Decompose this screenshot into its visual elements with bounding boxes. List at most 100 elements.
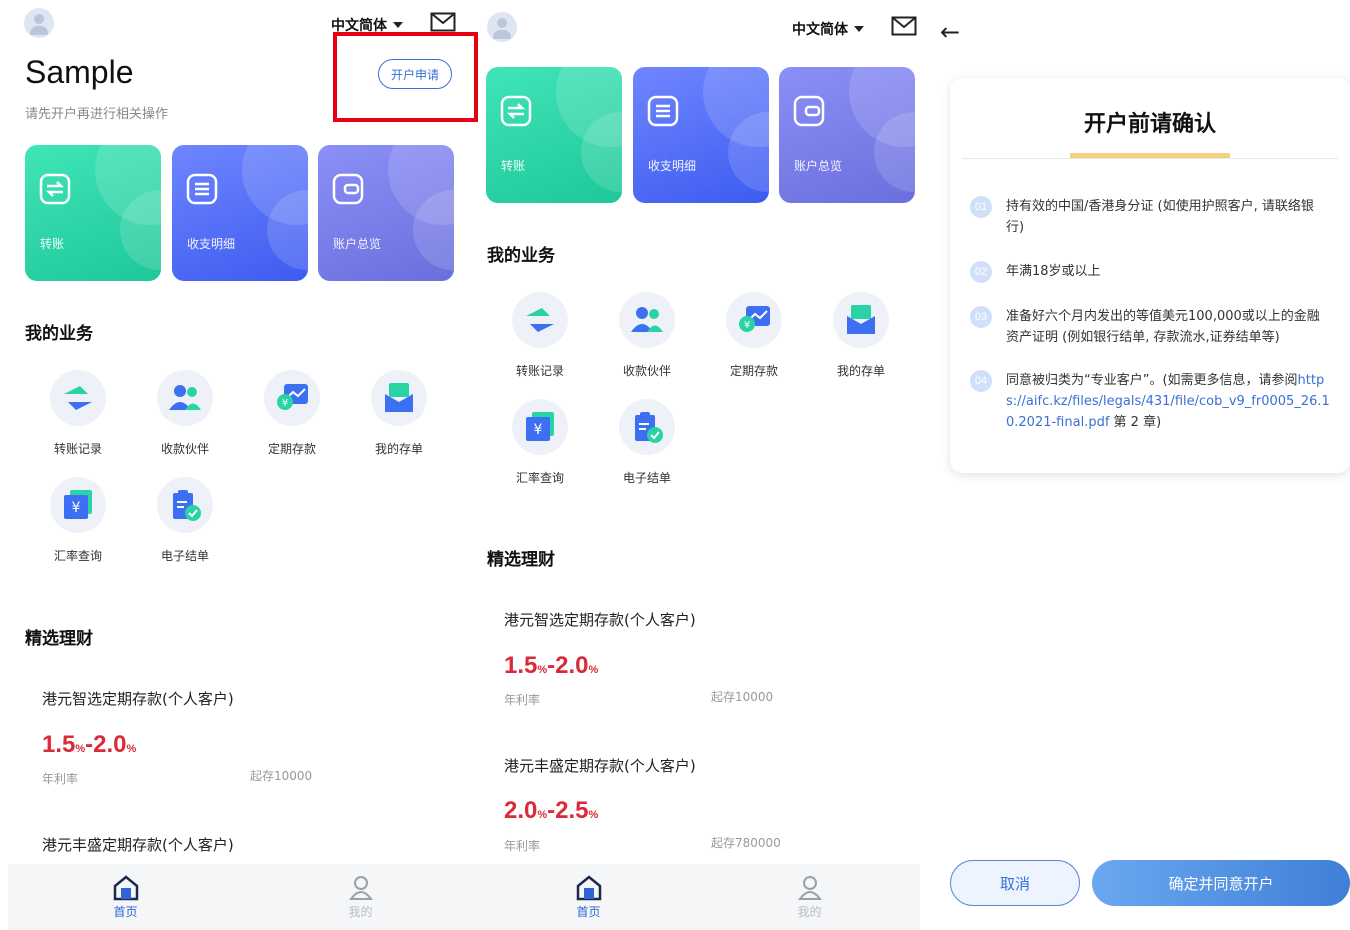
card-label: 转账 [501, 159, 526, 173]
biz-label: 定期存款 [267, 442, 316, 456]
svg-text:¥: ¥ [534, 422, 543, 438]
title-underline [1070, 153, 1230, 158]
biz-my-deposit[interactable]: 我的存单 [819, 292, 903, 379]
transfer-card[interactable]: 转账 [25, 145, 161, 281]
rate-label: 年利率 [504, 693, 541, 707]
biz-label: 转账记录 [53, 442, 102, 456]
chevron-down-icon [854, 26, 864, 32]
biz-label: 转账记录 [515, 364, 564, 378]
open-account-button[interactable]: 开户申请 [378, 59, 452, 89]
item-text: 准备好六个月内发出的等值美元100,000或以上的金融资产证明 (例如银行结单,… [1006, 309, 1320, 345]
tab-label: 我的 [797, 904, 822, 919]
my-deposit-icon [385, 383, 413, 412]
card-label: 账户总览 [333, 237, 382, 251]
transfer-record-icon [64, 386, 92, 410]
confirm-open-account-button[interactable]: 确定并同意开户 [1092, 860, 1350, 906]
biz-payee-partners[interactable]: 收款伙伴 [605, 292, 689, 379]
cancel-button[interactable]: 取消 [950, 860, 1080, 906]
item-number: 02 [970, 261, 992, 283]
biz-exchange-rate[interactable]: ¥ 汇率查询 [498, 399, 582, 486]
brand-title: Sample [25, 54, 134, 90]
biz-e-statement[interactable]: 电子结单 [605, 399, 689, 486]
wallet-card-icon [332, 173, 364, 205]
svg-text:¥: ¥ [282, 398, 288, 409]
product-name[interactable]: 港元丰盛定期存款(个人客户) [504, 755, 696, 776]
account-overview-card[interactable]: 账户总览 [779, 67, 915, 203]
biz-label: 汇率查询 [515, 471, 564, 485]
transfer-card[interactable]: 转账 [486, 67, 622, 203]
tab-label: 我的 [348, 904, 373, 919]
biz-fixed-deposit[interactable]: ¥ 定期存款 [712, 292, 796, 379]
exchange-rate-icon: ¥ [526, 412, 554, 441]
back-arrow-icon[interactable]: ← [940, 18, 960, 46]
account-overview-card[interactable]: 账户总览 [318, 145, 454, 281]
biz-transfer-record[interactable]: 转账记录 [36, 370, 120, 457]
biz-label: 我的存单 [374, 442, 423, 456]
rate-label: 年利率 [42, 772, 79, 786]
bottom-tab-bar: 首页 我的 [478, 864, 920, 930]
confirm-item: 03 准备好六个月内发出的等值美元100,000或以上的金融资产证明 (例如银行… [970, 306, 1330, 348]
min-deposit: 起存780000 [711, 836, 781, 850]
confirm-item: 02 年满18岁或以上 [970, 261, 1330, 283]
biz-label: 收款伙伴 [622, 364, 671, 378]
bottom-tab-bar: 首页 我的 [8, 864, 478, 930]
home-screen-before-account: 中文简体 Sample 请先开户再进行相关操作 开户申请 转账 收支明细 账户总… [8, 0, 478, 930]
biz-label: 我的存单 [836, 364, 885, 378]
tab-home[interactable]: 首页 [478, 864, 699, 930]
home-screen-scrolled: 中文简体 转账 收支明细 账户总览 我的业务 转账记录 收款伙伴 ¥ 定期存款 … [478, 0, 920, 930]
home-icon [576, 874, 601, 900]
item-text: 年满18岁或以上 [1006, 264, 1101, 279]
avatar[interactable] [487, 12, 517, 42]
product-name[interactable]: 港元智选定期存款(个人客户) [504, 609, 696, 630]
confirm-card: 开户前请确认 01 持有效的中国/香港身分证 (如使用护照客户, 请联络银行) … [950, 78, 1350, 473]
biz-my-deposit[interactable]: 我的存单 [357, 370, 441, 457]
item-number: 03 [970, 306, 992, 328]
mail-icon[interactable] [891, 16, 917, 36]
my-deposit-icon [847, 305, 875, 334]
finance-section-title: 精选理财 [487, 550, 555, 570]
tab-mine[interactable]: 我的 [699, 864, 920, 930]
item-text: 持有效的中国/香港身分证 (如使用护照客户, 请联络银行) [1006, 199, 1314, 235]
confirm-item: 04 同意被归类为“专业客户”。(如需更多信息，请参阅https://aifc.… [970, 370, 1330, 433]
biz-transfer-record[interactable]: 转账记录 [498, 292, 582, 379]
transfer-card-icon [39, 173, 71, 205]
item-number: 04 [970, 370, 992, 392]
product-name[interactable]: 港元智选定期存款(个人客户) [42, 688, 234, 709]
card-label: 转账 [40, 237, 65, 251]
payee-partners-icon [631, 307, 663, 332]
home-icon [113, 874, 138, 900]
statement-card[interactable]: 收支明细 [172, 145, 308, 281]
profile-icon [797, 875, 822, 900]
confirm-title: 开户前请确认 [1083, 112, 1216, 137]
card-label: 账户总览 [794, 159, 843, 173]
biz-e-statement[interactable]: 电子结单 [143, 477, 227, 564]
biz-fixed-deposit[interactable]: ¥ 定期存款 [250, 370, 334, 457]
statement-card[interactable]: 收支明细 [633, 67, 769, 203]
fixed-deposit-icon: ¥ [739, 306, 770, 332]
divider [962, 158, 1338, 159]
tab-home[interactable]: 首页 [8, 864, 243, 930]
mail-icon[interactable] [430, 12, 456, 32]
product-rate: 1.5%-2.0% [504, 652, 599, 679]
tab-mine[interactable]: 我的 [243, 864, 478, 930]
svg-text:¥: ¥ [744, 320, 750, 331]
e-statement-icon [173, 490, 201, 521]
product-rate: 2.0%-2.5% [504, 797, 599, 824]
biz-exchange-rate[interactable]: ¥ 汇率查询 [36, 477, 120, 564]
product-name[interactable]: 港元丰盛定期存款(个人客户) [42, 834, 234, 855]
fixed-deposit-icon: ¥ [277, 384, 308, 410]
product-rate: 1.5%-2.0% [42, 731, 137, 758]
item-number: 01 [970, 196, 992, 218]
language-selector[interactable]: 中文简体 [792, 19, 864, 39]
biz-payee-partners[interactable]: 收款伙伴 [143, 370, 227, 457]
transfer-record-icon [526, 308, 554, 332]
svg-text:¥: ¥ [72, 500, 81, 516]
tab-label: 首页 [576, 904, 601, 919]
confirm-item: 01 持有效的中国/香港身分证 (如使用护照客户, 请联络银行) [970, 196, 1330, 238]
avatar[interactable] [24, 8, 54, 38]
business-section-title: 我的业务 [487, 246, 555, 266]
item-text: 同意被归类为“专业客户”。(如需更多信息，请参阅https://aifc.kz/… [1006, 373, 1330, 430]
card-label: 收支明细 [187, 237, 236, 251]
tab-label: 首页 [113, 904, 138, 919]
chevron-down-icon [393, 22, 403, 28]
